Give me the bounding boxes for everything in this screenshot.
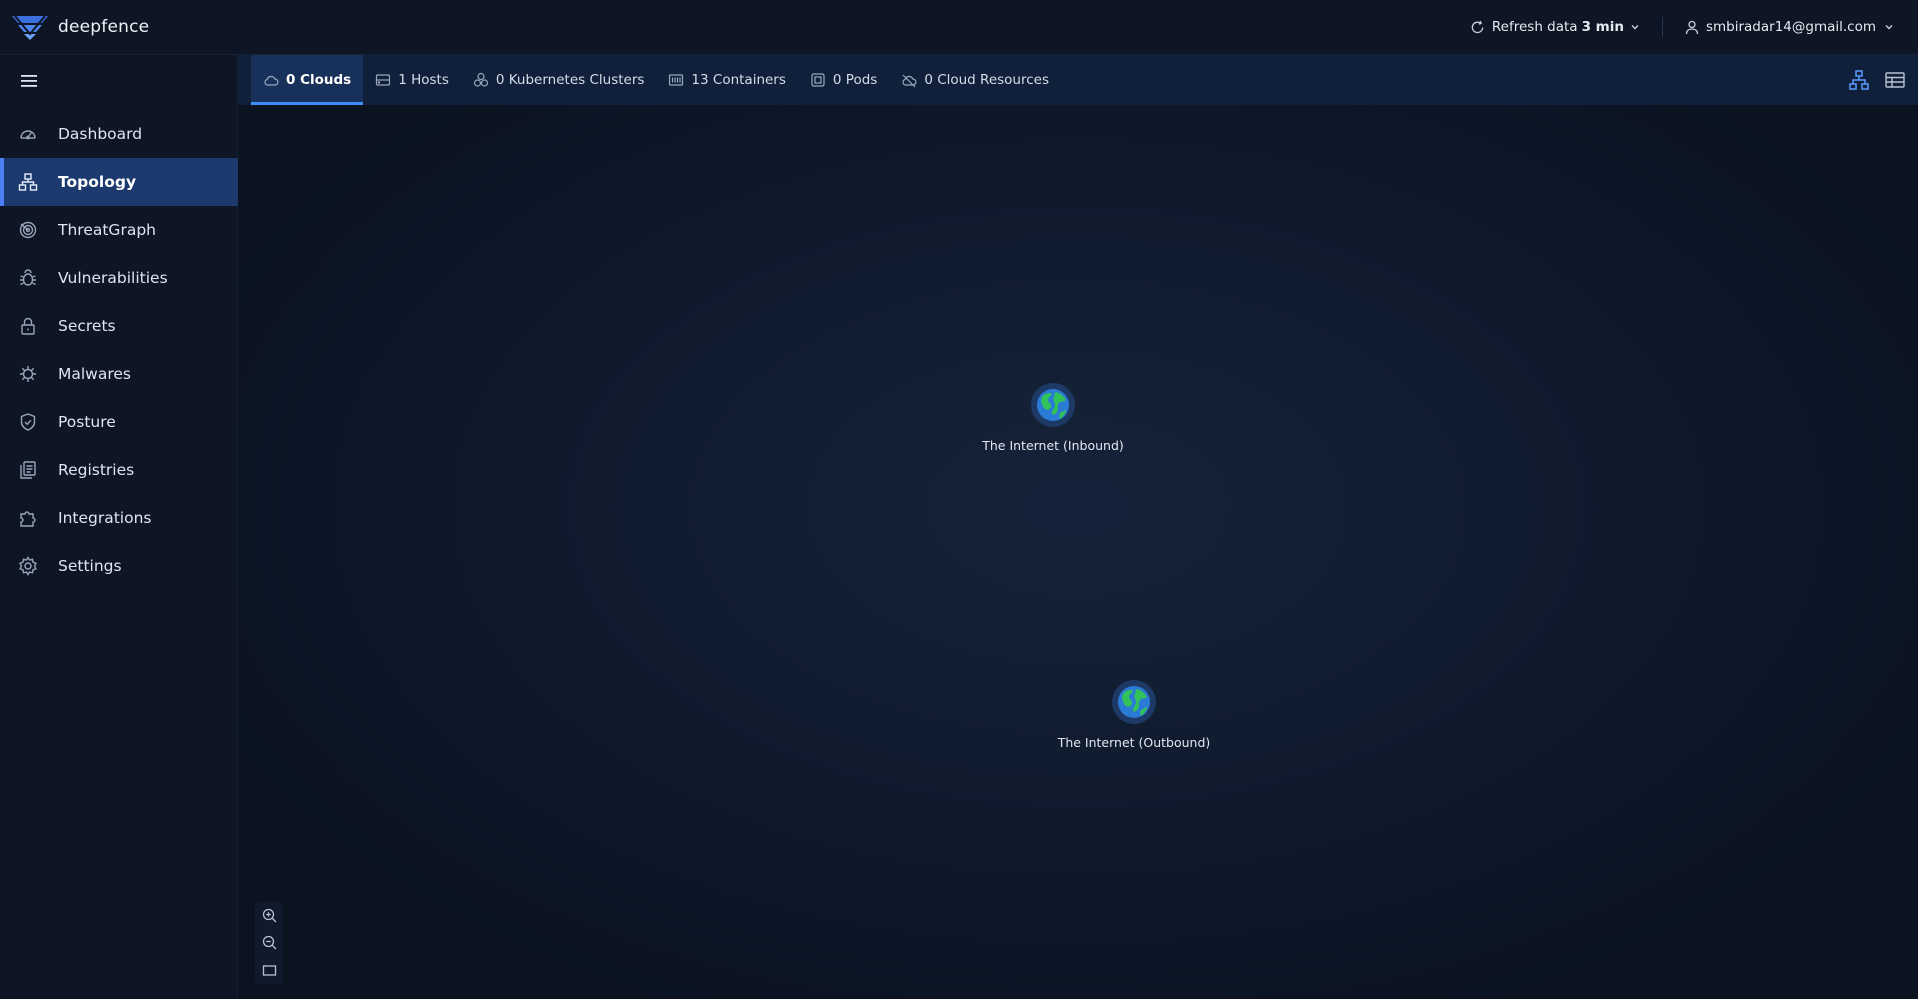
zoom-out-icon: [262, 936, 276, 950]
tab-label: 1 Hosts: [398, 72, 449, 88]
sidebar-item-label: Vulnerabilities: [58, 269, 168, 287]
sidebar-item-label: Dashboard: [58, 125, 143, 143]
node-label: The Internet (Outbound): [1057, 735, 1211, 750]
fit-view-button[interactable]: [258, 959, 280, 981]
fit-view-icon: [262, 965, 276, 976]
tab-label: 0 Kubernetes Clusters: [495, 72, 645, 88]
dashboard-icon: [20, 130, 36, 140]
sidebar-item-label: Registries: [58, 461, 135, 479]
shield-icon: [20, 413, 36, 431]
tab-containers[interactable]: 13 Containers: [656, 55, 797, 105]
tab-label: 0 Cloud Resources: [924, 72, 1049, 88]
tab-kubernetes-clusters[interactable]: 0 Kubernetes Clusters: [461, 55, 657, 105]
node-internet-outbound[interactable]: The Internet (Outbound): [1054, 679, 1214, 750]
refresh-interval: 3 min: [1581, 19, 1624, 35]
cloud-resources-icon: [902, 74, 917, 88]
lock-icon: [21, 317, 35, 335]
sidebar-item-vulnerabilities[interactable]: Vulnerabilities: [0, 254, 238, 302]
sidebar-item-label: Topology: [58, 173, 137, 191]
tab-list: 0 Clouds 1 Hosts 0 Kubernetes Clusters 1…: [251, 55, 1061, 105]
tab-pods[interactable]: 0 Pods: [798, 55, 889, 105]
container-icon: [669, 74, 684, 86]
view-toggles: [1836, 55, 1908, 105]
zoom-controls: [255, 902, 283, 984]
sidebar-item-threatgraph[interactable]: ThreatGraph: [0, 206, 238, 254]
virus-icon: [20, 366, 36, 382]
sidebar-item-label: Secrets: [58, 317, 116, 335]
tab-clouds[interactable]: 0 Clouds: [251, 55, 364, 105]
sidebar-item-malwares[interactable]: Malwares: [0, 350, 238, 398]
gear-icon: [18, 556, 38, 576]
puzzle-icon: [20, 511, 36, 527]
topology-icon: [18, 173, 38, 191]
user-email: smbiradar14@gmail.com: [1705, 19, 1876, 35]
refresh-label: Refresh data: [1491, 19, 1578, 35]
registries-icon: [20, 461, 36, 479]
hamburger-icon: [21, 75, 37, 87]
sidebar-item-topology[interactable]: Topology: [0, 158, 238, 206]
sidebar-item-integrations[interactable]: Integrations: [0, 494, 238, 542]
cloud-icon: [264, 75, 279, 86]
brand[interactable]: deepfence: [12, 14, 149, 40]
sidebar-item-dashboard[interactable]: Dashboard: [0, 110, 238, 158]
zoom-in-icon: [262, 909, 276, 923]
sidebar-item-settings[interactable]: Settings: [0, 542, 238, 590]
tab-label: 0 Clouds: [286, 72, 352, 88]
sidebar: Dashboard Topology ThreatGraph Vulnerabi…: [0, 55, 238, 999]
graph-view-icon: [1849, 70, 1869, 90]
globe-icon: [1031, 383, 1075, 427]
topology-canvas[interactable]: The Internet (Inbound) The Internet (Out…: [238, 105, 1918, 999]
topology-tab-bar: 0 Clouds 1 Hosts 0 Kubernetes Clusters 1…: [238, 55, 1918, 105]
table-view-button[interactable]: [1882, 67, 1908, 93]
pod-icon: [811, 73, 825, 87]
tab-label: 0 Pods: [832, 72, 878, 88]
sidebar-item-registries[interactable]: Registries: [0, 446, 238, 494]
host-icon: [376, 74, 391, 86]
bug-icon: [20, 269, 36, 286]
sidebar-item-secrets[interactable]: Secrets: [0, 302, 238, 350]
chevron-down-icon: [1884, 22, 1894, 32]
menu-toggle-button[interactable]: [18, 71, 40, 91]
sidebar-item-label: ThreatGraph: [58, 221, 156, 239]
sidebar-item-posture[interactable]: Posture: [0, 398, 238, 446]
tab-cloud-resources[interactable]: 0 Cloud Resources: [889, 55, 1061, 105]
tab-hosts[interactable]: 1 Hosts: [363, 55, 461, 105]
threatgraph-icon: [19, 221, 37, 239]
sidebar-item-label: Integrations: [58, 509, 152, 527]
sidebar-item-label: Settings: [58, 557, 122, 575]
refresh-icon: [1470, 20, 1485, 35]
top-header: deepfence Refresh data 3 min smbiradar14…: [0, 0, 1918, 55]
sidebar-item-label: Malwares: [58, 365, 131, 383]
brand-name: deepfence: [58, 17, 150, 37]
sidebar-item-label: Posture: [58, 413, 116, 431]
user-icon: [1685, 20, 1699, 35]
node-internet-inbound[interactable]: The Internet (Inbound): [978, 382, 1128, 453]
kubernetes-icon: [473, 72, 488, 87]
zoom-out-button[interactable]: [258, 932, 280, 954]
table-view-icon: [1885, 72, 1905, 88]
zoom-in-button[interactable]: [258, 905, 280, 927]
deepfence-logo-icon: [12, 15, 48, 40]
chevron-down-icon: [1630, 22, 1640, 32]
header-divider: [1661, 17, 1663, 37]
globe-icon: [1112, 680, 1156, 724]
graph-view-button[interactable]: [1846, 67, 1872, 93]
user-menu[interactable]: smbiradar14@gmail.com: [1685, 19, 1894, 35]
node-label: The Internet (Inbound): [982, 438, 1124, 453]
tab-label: 13 Containers: [691, 72, 786, 88]
refresh-data-dropdown[interactable]: Refresh data 3 min: [1470, 19, 1640, 35]
sidebar-nav: Dashboard Topology ThreatGraph Vulnerabi…: [0, 110, 238, 590]
